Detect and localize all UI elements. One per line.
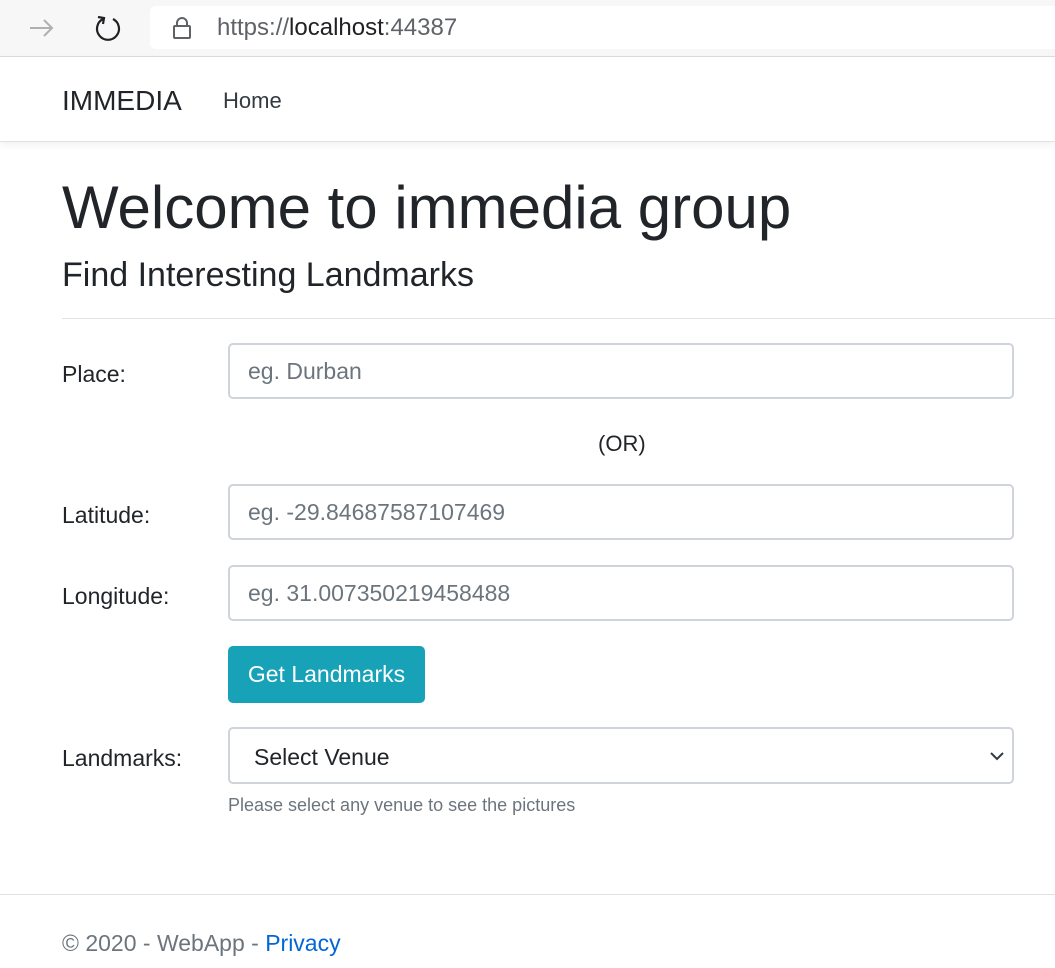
url-host: localhost <box>289 14 384 41</box>
longitude-input[interactable] <box>228 565 1014 621</box>
page-title: Welcome to immedia group <box>62 174 792 241</box>
landmarks-label: Landmarks: <box>62 745 183 771</box>
nav-link-home[interactable]: Home <box>223 88 282 114</box>
place-label: Place: <box>62 361 126 387</box>
privacy-link[interactable]: Privacy <box>265 930 340 956</box>
footer-copyright: © 2020 - WebApp - <box>62 930 266 956</box>
lock-icon <box>172 16 192 45</box>
url-scheme: https:// <box>217 14 290 41</box>
forward-button[interactable] <box>24 10 60 46</box>
footer-divider <box>0 894 1055 895</box>
get-landmarks-button[interactable]: Get Landmarks <box>228 646 425 703</box>
address-bar[interactable]: https://localhost:44387 <box>150 6 1055 49</box>
chevron-down-icon <box>988 747 1006 770</box>
or-separator: (OR) <box>598 431 646 456</box>
url-text: https://localhost:44387 <box>217 16 457 40</box>
brand-link[interactable]: IMMEDIA <box>62 85 182 117</box>
landmarks-help-text: Please select any venue to see the pictu… <box>228 795 576 815</box>
latitude-label: Latitude: <box>62 502 151 528</box>
divider <box>62 318 1055 319</box>
footer: © 2020 - WebApp - Privacy <box>62 929 341 957</box>
reload-button[interactable] <box>90 10 126 46</box>
app-navbar: IMMEDIA Home <box>0 57 1055 142</box>
browser-toolbar: https://localhost:44387 <box>0 0 1055 57</box>
longitude-label: Longitude: <box>62 583 170 609</box>
place-input[interactable] <box>228 343 1014 399</box>
select-value: Select Venue <box>254 744 390 770</box>
url-port: :44387 <box>383 14 458 41</box>
reload-icon <box>95 15 121 41</box>
latitude-input[interactable] <box>228 484 1014 540</box>
page-subtitle: Find Interesting Landmarks <box>62 256 474 294</box>
landmarks-select[interactable]: Select Venue <box>228 727 1014 784</box>
arrow-right-icon <box>30 19 54 37</box>
